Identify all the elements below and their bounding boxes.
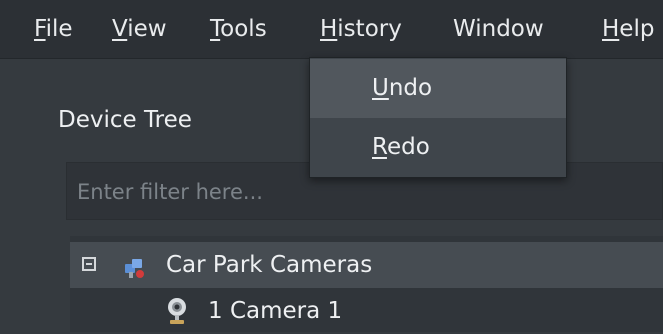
menu-file[interactable]: File	[34, 14, 73, 44]
tree-row-car-park-cameras[interactable]: Car Park Cameras	[70, 242, 663, 288]
menu-item-label: Redo	[372, 134, 430, 160]
menu-item-label: Undo	[372, 75, 433, 101]
menu-view[interactable]: View	[112, 14, 167, 44]
menu-item-undo[interactable]: Undo	[310, 59, 566, 118]
collapse-toggle-icon[interactable]	[82, 257, 96, 271]
panel-title: Device Tree	[58, 107, 192, 133]
menu-tools[interactable]: Tools	[210, 14, 267, 44]
menu-item-redo[interactable]: Redo	[310, 118, 566, 177]
device-tree: Car Park Cameras 1 Camera 1	[70, 236, 663, 332]
menu-window[interactable]: Window	[453, 14, 544, 44]
history-dropdown-menu: Undo Redo	[309, 57, 567, 178]
tree-row-camera-1[interactable]: 1 Camera 1	[70, 288, 663, 334]
webcam-icon	[168, 298, 186, 324]
menu-bar: File View Tools History Window Help	[0, 0, 663, 59]
tree-label: 1 Camera 1	[208, 298, 343, 324]
menu-history[interactable]: History	[320, 14, 402, 44]
tree-label: Car Park Cameras	[166, 252, 373, 278]
camera-group-icon	[125, 259, 144, 278]
menu-help[interactable]: Help	[602, 14, 654, 44]
filter-input[interactable]	[75, 175, 659, 209]
